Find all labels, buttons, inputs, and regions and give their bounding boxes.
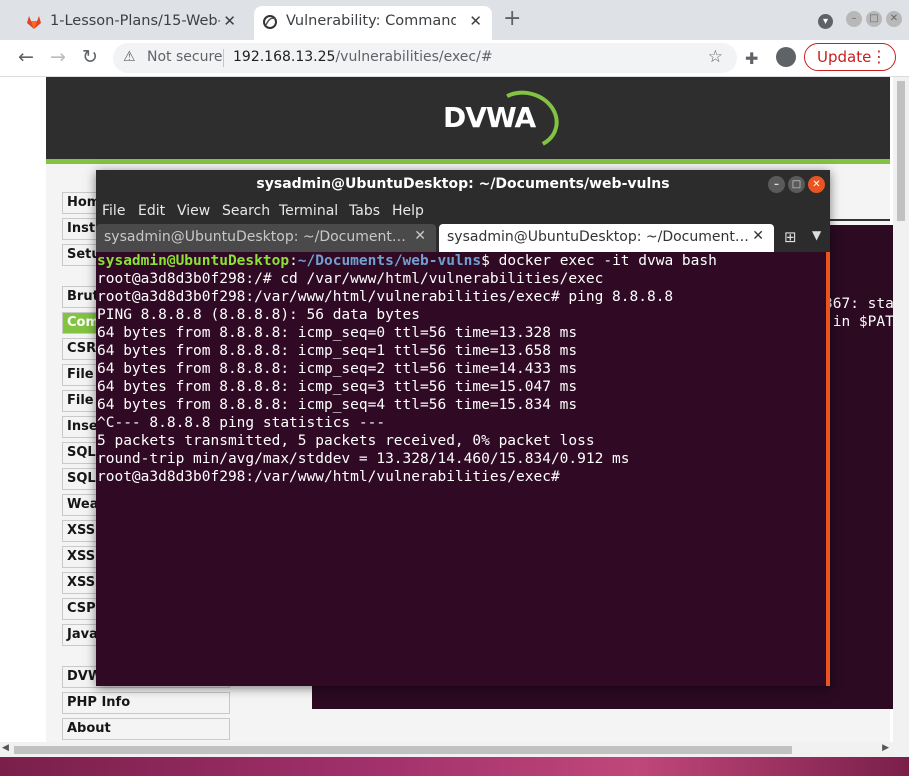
scroll-thumb[interactable]	[14, 746, 792, 754]
update-label: Update	[817, 48, 872, 66]
scroll-thumb[interactable]	[897, 81, 905, 221]
menu-item-label: SQL	[67, 471, 96, 486]
terminal-tab-title: sysadmin@UbuntuDesktop: ~/Documents/...	[447, 229, 753, 245]
menu-item-label: About	[67, 721, 111, 736]
menu-tabs[interactable]: Tabs	[349, 203, 380, 219]
logo-text: DVWA	[443, 101, 536, 134]
menu-item-label: XSS	[67, 523, 96, 538]
terminal-prompt-line: sysadmin@UbuntuDesktop:~/Documents/web-v…	[97, 253, 717, 269]
terminal-line: root@a3d8d3b0f298:/# cd /var/www/html/vu…	[97, 271, 604, 287]
forward-arrow-icon[interactable]: →	[50, 46, 66, 68]
menu-search[interactable]: Search	[222, 203, 270, 219]
dvwa-logo: DVWA	[441, 83, 566, 157]
terminal-line: 64 bytes from 8.8.8.8: icmp_seq=0 ttl=56…	[97, 325, 578, 341]
menu-item-label: Com	[67, 315, 100, 330]
menu-item-label: XSS	[67, 575, 96, 590]
warning-icon: ⚠	[123, 49, 136, 65]
gitlab-icon	[27, 16, 41, 29]
terminal-window: sysadmin@UbuntuDesktop: ~/Documents/web-…	[96, 170, 830, 686]
terminal-line: 64 bytes from 8.8.8.8: icmp_seq=3 ttl=56…	[97, 379, 578, 395]
chevron-down-icon[interactable]: ▼	[812, 228, 821, 242]
terminal-line: root@a3d8d3b0f298:/var/www/html/vulnerab…	[97, 289, 674, 305]
terminal-title: sysadmin@UbuntuDesktop: ~/Documents/web-…	[256, 176, 670, 192]
menu-view[interactable]: View	[177, 203, 210, 219]
minimize-icon[interactable]: –	[768, 176, 785, 193]
terminal-line: 64 bytes from 8.8.8.8: icmp_seq=4 ttl=56…	[97, 397, 578, 413]
bg-terminal-line: in $PATH	[824, 314, 903, 330]
scroll-left-icon[interactable]: ◀	[2, 743, 9, 753]
terminal-line: root@a3d8d3b0f298:/var/www/html/vulnerab…	[97, 469, 560, 485]
terminal-scrollbar[interactable]	[826, 252, 830, 686]
terminal-line: 64 bytes from 8.8.8.8: icmp_seq=2 ttl=56…	[97, 361, 578, 377]
terminal-line: ^C--- 8.8.8.8 ping statistics ---	[97, 415, 386, 431]
browser-tabstrip: 1-Lesson-Plans/15-Web-V ✕ Vulnerability:…	[0, 0, 909, 40]
menu-terminal[interactable]: Terminal	[279, 203, 338, 219]
terminal-menubar: File Edit View Search Terminal Tabs Help	[96, 200, 830, 224]
menu-file[interactable]: File	[102, 203, 125, 219]
terminal-line: 5 packets transmitted, 5 packets receive…	[97, 433, 595, 449]
terminal-tab[interactable]: sysadmin@UbuntuDesktop: ~/Documents/... …	[96, 224, 436, 252]
maximize-icon[interactable]: □	[866, 11, 882, 27]
desktop-background	[0, 756, 909, 776]
menu-item-label: SQL	[67, 445, 96, 460]
terminal-line: round-trip min/avg/max/stddev = 13.328/1…	[97, 451, 630, 467]
security-label: Not secure	[147, 49, 223, 65]
browser-tab-vulnerability[interactable]: Vulnerability: Command I ✕	[254, 6, 492, 40]
profile-avatar-icon[interactable]	[776, 47, 796, 67]
address-separator	[223, 49, 224, 67]
close-tab-icon[interactable]: ✕	[223, 12, 236, 30]
tab-title: Vulnerability: Command I	[286, 13, 456, 29]
browser-toolbar: ← → ↻ ⚠ Not secure 192.168.13.25/vulnera…	[0, 40, 909, 77]
terminal-titlebar[interactable]: sysadmin@UbuntuDesktop: ~/Documents/web-…	[96, 170, 830, 200]
bg-terminal-line: 367: star	[824, 296, 903, 312]
terminal-line: 64 bytes from 8.8.8.8: icmp_seq=1 ttl=56…	[97, 343, 578, 359]
url-host: 192.168.13.25	[233, 49, 336, 65]
horizontal-scrollbar[interactable]: ◀ ▶	[0, 742, 909, 757]
close-tab-icon[interactable]: ✕	[414, 228, 426, 244]
terminal-output[interactable]: sysadmin@UbuntuDesktop:~/Documents/web-v…	[96, 252, 826, 686]
url-path: /vulnerabilities/exec/#	[335, 49, 493, 65]
close-tab-icon[interactable]: ✕	[469, 12, 482, 30]
reload-icon[interactable]: ↻	[82, 46, 98, 68]
menu-item[interactable]: About	[62, 718, 230, 740]
terminal-tab-active[interactable]: sysadmin@UbuntuDesktop: ~/Documents/... …	[439, 224, 774, 252]
menu-item-label: XSS	[67, 549, 96, 564]
maximize-icon[interactable]: □	[788, 176, 805, 193]
prompt-user: sysadmin@UbuntuDesktop	[97, 253, 290, 269]
terminal-tab-title: sysadmin@UbuntuDesktop: ~/Documents/...	[104, 229, 410, 245]
address-bar[interactable]: ⚠ Not secure 192.168.13.25/vulnerabiliti…	[113, 43, 737, 73]
minimize-icon[interactable]: –	[846, 11, 862, 27]
dvwa-favicon-icon	[263, 15, 277, 29]
tab-title: 1-Lesson-Plans/15-Web-V	[50, 13, 220, 29]
content-border	[829, 207, 890, 221]
bookmark-star-icon[interactable]: ☆	[708, 47, 723, 67]
menu-item-label: PHP Info	[67, 695, 131, 710]
url-text: 192.168.13.25/vulnerabilities/exec/#	[233, 49, 493, 65]
tab-search-icon[interactable]: ▾	[818, 14, 833, 29]
menu-item[interactable]: PHP Info	[62, 692, 230, 714]
vertical-scrollbar[interactable]	[893, 77, 909, 742]
prompt-path: ~/Documents/web-vulns	[297, 253, 482, 269]
extensions-puzzle-icon[interactable]: ✚	[745, 49, 758, 68]
terminal-line: PING 8.8.8.8 (8.8.8.8): 56 data bytes	[97, 307, 421, 323]
update-button[interactable]: Update ⋮	[804, 43, 896, 71]
menu-edit[interactable]: Edit	[138, 203, 165, 219]
kebab-menu-icon[interactable]: ⋮	[871, 47, 887, 66]
dvwa-header: DVWA	[46, 77, 890, 159]
close-tab-icon[interactable]: ✕	[752, 228, 764, 244]
terminal-tabbar: sysadmin@UbuntuDesktop: ~/Documents/... …	[96, 224, 830, 252]
new-tab-icon[interactable]: +	[503, 8, 521, 30]
scroll-right-icon[interactable]: ▶	[882, 743, 889, 753]
close-window-icon[interactable]: ✕	[886, 11, 902, 27]
back-arrow-icon[interactable]: ←	[18, 46, 34, 68]
menu-item-label: CSP	[67, 601, 96, 616]
prompt-command: $ docker exec -it dvwa bash	[481, 253, 717, 269]
browser-tab-lesson-plans[interactable]: 1-Lesson-Plans/15-Web-V ✕	[18, 6, 246, 40]
menu-help[interactable]: Help	[392, 203, 424, 219]
close-window-icon[interactable]: ✕	[808, 176, 825, 193]
new-terminal-tab-icon[interactable]: ⊞	[784, 228, 797, 246]
menu-item-label: Java	[67, 627, 98, 642]
